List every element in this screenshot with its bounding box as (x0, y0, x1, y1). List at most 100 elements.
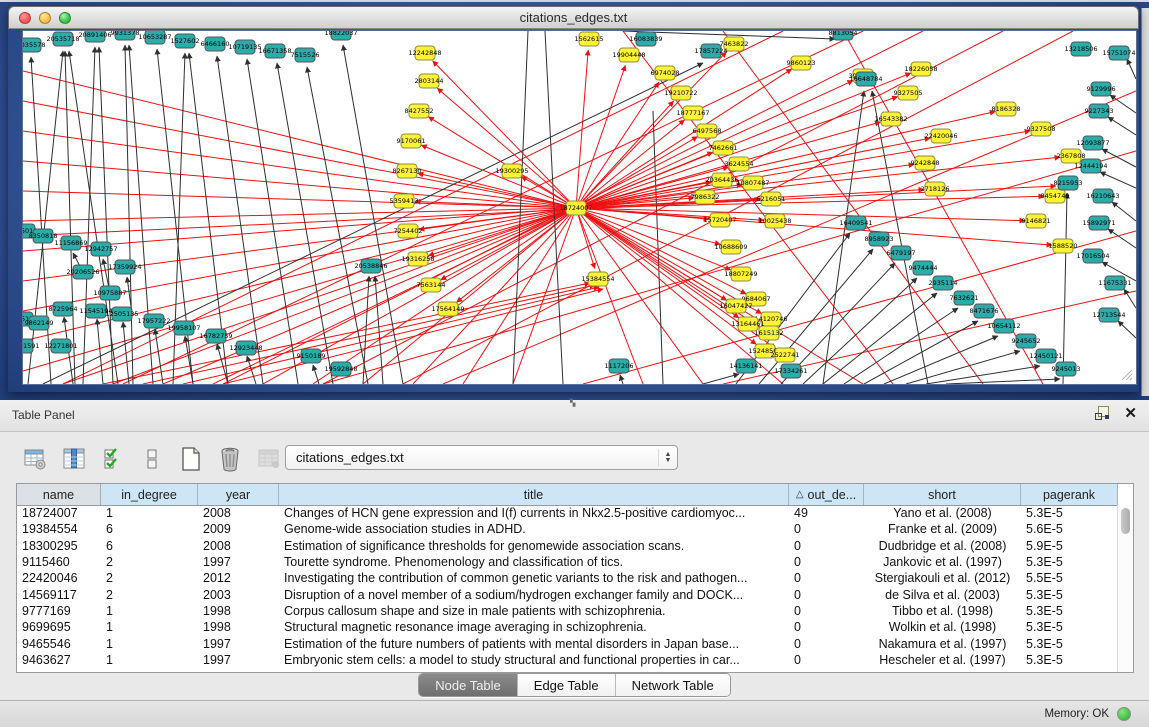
table-cell[interactable]: Dudbridge et al. (2008) (864, 539, 1021, 553)
graph-node[interactable]: 16083839 (629, 32, 662, 46)
graph-edge[interactable] (247, 59, 298, 384)
graph-edge[interactable] (576, 208, 643, 384)
table-cell[interactable]: 9699695 (17, 620, 101, 634)
graph-node[interactable]: 2718126 (921, 182, 950, 196)
graph-node[interactable]: 1615132 (755, 326, 784, 340)
graph-edge[interactable] (884, 336, 998, 384)
table-cell[interactable]: 9777169 (17, 604, 101, 618)
table-cell[interactable]: 2008 (198, 506, 279, 520)
graph-edge[interactable] (123, 322, 129, 384)
close-panel-icon[interactable]: ✕ (1124, 406, 1137, 421)
table-row[interactable]: 946554611997Estimation of the future num… (17, 635, 1118, 651)
graph-node[interactable]: 9327508 (1027, 122, 1056, 136)
graph-node[interactable]: 9862149 (25, 316, 54, 330)
table-cell[interactable]: 0 (789, 555, 864, 569)
table-cell[interactable]: 1 (101, 604, 198, 618)
table-cell[interactable]: Tibbo et al. (1998) (864, 604, 1021, 618)
graph-edge[interactable] (844, 308, 958, 384)
table-cell[interactable]: Structural magnetic resonance image aver… (279, 620, 789, 634)
graph-node[interactable]: 12242848 (408, 46, 441, 60)
table-cell[interactable]: 1 (101, 506, 198, 520)
table-cell[interactable]: 0 (789, 522, 864, 536)
graph-node[interactable]: 15720407 (703, 213, 736, 227)
table-cell[interactable]: 1 (101, 620, 198, 634)
graph-edge[interactable] (97, 319, 103, 384)
table-cell[interactable]: 18300295 (17, 539, 101, 553)
graph-node[interactable]: 15751074 (1102, 46, 1135, 60)
graph-edge[interactable] (576, 208, 1052, 245)
table-cell[interactable]: Stergiakouli et al. (2012) (864, 571, 1021, 585)
graph-edge[interactable] (313, 208, 576, 384)
graph-node[interactable]: 12942757 (84, 242, 117, 256)
graph-node[interactable]: 10975887 (93, 286, 126, 300)
graph-edge[interactable] (23, 131, 576, 208)
graph-edge[interactable] (125, 45, 133, 384)
table-cell[interactable]: 2012 (198, 571, 279, 585)
graph-edge[interactable] (217, 344, 228, 384)
graph-edge[interactable] (223, 289, 603, 384)
graph-node[interactable]: 18822037 (324, 31, 357, 40)
table-cell[interactable]: de Silva et al. (2003) (864, 588, 1021, 602)
table-cell[interactable]: 5.3E-5 (1021, 588, 1118, 602)
table-cell[interactable]: 5.3E-5 (1021, 506, 1118, 520)
tab-network-table[interactable]: Network Table (616, 674, 730, 696)
graph-edge[interactable] (313, 365, 319, 384)
splitter-grip-icon[interactable]: ▚ (570, 401, 580, 407)
table-row[interactable]: 977716911998Corpus callosum shape and si… (17, 603, 1118, 619)
graph-node[interactable]: 19904448 (612, 48, 645, 62)
table-cell[interactable]: 2009 (198, 522, 279, 536)
new-column-icon[interactable] (176, 444, 206, 474)
graph-node[interactable]: 17334261 (774, 364, 807, 378)
graph-node[interactable]: 7515526 (291, 48, 320, 62)
table-cell[interactable]: 5.3E-5 (1021, 637, 1118, 651)
table-cell[interactable]: 1998 (198, 604, 279, 618)
graph-node[interactable]: 16210643 (1086, 189, 1119, 203)
graph-node[interactable]: 6974028 (651, 66, 680, 80)
graph-node[interactable]: 8186328 (992, 102, 1021, 116)
graph-node[interactable]: 8215953 (1054, 176, 1083, 190)
table-cell[interactable]: Disruption of a novel member of a sodium… (279, 588, 789, 602)
table-cell[interactable]: Hescheler et al. (1997) (864, 653, 1021, 667)
show-columns-icon[interactable] (59, 444, 89, 474)
graph-edge[interactable] (307, 67, 368, 384)
graph-node[interactable]: 17359924 (108, 260, 141, 274)
table-cell[interactable]: 2 (101, 588, 198, 602)
table-cell[interactable]: 1 (101, 653, 198, 667)
graph-edge[interactable] (576, 208, 703, 384)
graph-node[interactable]: 16047427 (719, 299, 752, 313)
graph-edge[interactable] (1108, 117, 1136, 135)
table-cell[interactable]: 5.6E-5 (1021, 522, 1118, 536)
graph-node[interactable]: 3624554 (725, 157, 754, 171)
graph-node[interactable]: 4035578 (23, 38, 45, 52)
column-header-short[interactable]: short (864, 484, 1021, 505)
network-canvas[interactable]: 1872400712242848280314484275529170061826… (22, 30, 1137, 385)
graph-edge[interactable] (1063, 193, 1067, 384)
graph-edge[interactable] (620, 375, 623, 384)
graph-node[interactable]: 9327505 (894, 86, 923, 100)
table-cell[interactable]: 0 (789, 653, 864, 667)
table-scrollbar[interactable] (1117, 505, 1133, 672)
graph-node[interactable]: 2803144 (415, 74, 444, 88)
table-cell[interactable]: 9465546 (17, 637, 101, 651)
table-cell[interactable]: 1 (101, 637, 198, 651)
table-cell[interactable]: 2008 (198, 539, 279, 553)
resize-grip-icon[interactable] (1118, 366, 1134, 382)
graph-node[interactable]: 7462661 (709, 141, 738, 155)
table-cell[interactable]: 5.5E-5 (1021, 571, 1118, 585)
graph-node[interactable]: 7254402 (394, 224, 423, 238)
graph-node[interactable]: 8958923 (865, 232, 894, 246)
table-cell[interactable]: 14569117 (17, 588, 101, 602)
select-all-icon[interactable] (98, 444, 128, 474)
graph-edge[interactable] (1100, 172, 1136, 188)
float-panel-icon[interactable] (1095, 406, 1110, 421)
table-cell[interactable]: 0 (789, 637, 864, 651)
graph-node[interactable]: 8350818 (29, 229, 58, 243)
graph-edge[interactable] (576, 138, 930, 208)
table-cell[interactable]: 0 (789, 539, 864, 553)
graph-edge[interactable] (433, 61, 576, 208)
tab-node-table[interactable]: Node Table (419, 674, 518, 696)
graph-node[interactable]: 20535718 (46, 32, 79, 46)
graph-node[interactable]: 8427552 (405, 104, 434, 118)
graph-node[interactable]: 9170061 (397, 134, 426, 148)
table-cell[interactable]: Investigating the contribution of common… (279, 571, 789, 585)
